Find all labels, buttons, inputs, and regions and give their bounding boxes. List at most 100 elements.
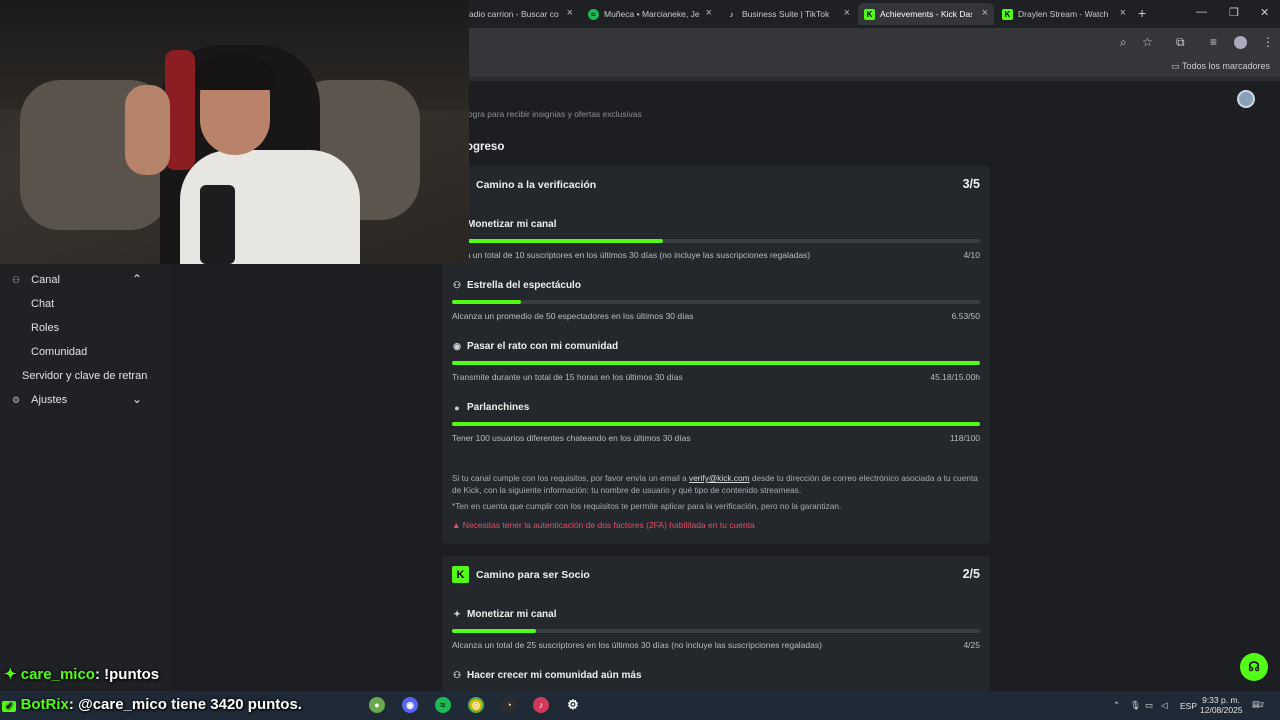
restore-icon[interactable]: ❐: [1229, 6, 1239, 19]
sidebar-item-ajustes[interactable]: ⚙ Ajustes: [12, 394, 67, 406]
clock[interactable]: 9:33 p. m. 12/08/2025: [1200, 695, 1243, 715]
progress-bar: [452, 629, 980, 633]
settings-icon[interactable]: ⚙: [565, 697, 581, 713]
verification-note: Si tu canal cumple con los requisitos, p…: [452, 473, 978, 495]
sidebar-item-roles[interactable]: Roles: [31, 322, 59, 334]
users-icon: ⚇: [452, 670, 462, 680]
close-icon[interactable]: ×: [706, 7, 712, 19]
chevron-up-icon[interactable]: ⌃: [132, 272, 142, 286]
webcam-overlay: [0, 0, 469, 264]
progress-bar: [452, 300, 980, 304]
bookmark-star-icon[interactable]: ☆: [1142, 35, 1153, 49]
sidebar-item-chat[interactable]: Chat: [31, 298, 54, 310]
progress-bar: [452, 422, 980, 426]
tab-spotify[interactable]: ≈ Muñeca • Marcianeke, Je ×: [582, 3, 718, 25]
close-window-icon[interactable]: ✕: [1260, 6, 1269, 19]
notification-icon[interactable]: ▤2: [1252, 699, 1264, 711]
section-title: ogreso: [466, 141, 505, 153]
kick-icon: K: [1002, 8, 1013, 20]
tab-draylen[interactable]: K Draylen Stream - Watch l ×: [996, 3, 1132, 25]
close-icon[interactable]: ×: [1120, 7, 1126, 19]
page-subtitle: logra para recibir insignias y ofertas e…: [466, 109, 642, 119]
headset-icon: ☊: [1248, 659, 1260, 674]
tab-search[interactable]: adio carrion - Buscar co ×: [463, 3, 579, 25]
microphone-icon[interactable]: 🎙: [1130, 700, 1141, 710]
close-icon[interactable]: ×: [982, 7, 988, 19]
minimize-icon[interactable]: —: [1196, 6, 1207, 18]
chevron-up-icon[interactable]: ⌃: [1113, 700, 1120, 710]
users-icon: ⚇: [12, 275, 21, 285]
sparkle-icon: ✦: [453, 609, 461, 619]
achievement-item: ◉ Pasar el rato con mi comunidad Transmit…: [452, 341, 980, 382]
verification-card: Camino a la verificación 3/5 ✦Monetizar …: [442, 166, 990, 544]
progress-fill: [452, 422, 980, 426]
broadcast-icon: ◉: [453, 341, 461, 351]
folder-icon: ▭: [1171, 61, 1182, 71]
progress-fill: [452, 300, 521, 304]
new-tab-icon[interactable]: +: [1138, 5, 1146, 21]
obs-icon[interactable]: ◔: [501, 697, 517, 713]
progress-fill: [452, 361, 980, 365]
bot-badge-icon: ✓: [2, 701, 17, 712]
card-count: 2/5: [962, 567, 980, 581]
partner-card: K Camino para ser Socio 2/5 ✦ Monetizar m…: [442, 556, 990, 696]
card-count: 3/5: [962, 177, 980, 191]
achievement-item: ⚇ Hacer crecer mi comunidad aún más: [452, 670, 642, 681]
webcam-hair: [195, 55, 275, 90]
chrome-icon[interactable]: ◎: [468, 697, 484, 713]
language-indicator[interactable]: ESP: [1180, 701, 1197, 711]
kick-icon: K: [864, 8, 875, 20]
tab-tiktok[interactable]: ♪ Business Suite | TikTok ×: [720, 3, 856, 25]
media-icon[interactable]: ≡: [1210, 35, 1217, 49]
stream-chat-overlay: ✦ care_mico: !puntos: [4, 666, 160, 683]
sidebar-item-canal[interactable]: ⚇ Canal: [12, 274, 60, 286]
gear-icon: ⚙: [12, 395, 21, 405]
warning-message: ▲ Necesitas tener la autenticación de do…: [452, 520, 755, 530]
warning-icon: ▲: [452, 520, 461, 530]
tab-label: adio carrion - Buscar co: [469, 9, 559, 19]
tab-label: Business Suite | TikTok: [742, 9, 830, 19]
kick-icon: K: [452, 566, 469, 583]
tab-label: Achievements - Kick Dash: [880, 9, 972, 19]
zoom-icon[interactable]: ⌕: [1120, 35, 1127, 50]
achievement-item: ✦ Monetizar mi canal Alcanza un total de …: [452, 609, 980, 650]
kick-icon: ✦: [4, 666, 17, 683]
tab-achievements[interactable]: K Achievements - Kick Dash ×: [858, 3, 994, 25]
progress-fill: [452, 239, 664, 243]
progress-fill: [452, 629, 537, 633]
progress-bar: [452, 361, 980, 365]
tiktok-icon[interactable]: ♪: [533, 697, 549, 713]
webcam-microphone: [200, 185, 235, 264]
card-title: Camino para ser Socio: [476, 569, 590, 581]
sidebar-item-servidor[interactable]: Servidor y clave de retrans: [22, 370, 148, 382]
achievement-item: ⚇ Estrella del espectáculo Alcanza un pro…: [452, 280, 980, 321]
verification-disclaimer: *Ten en cuenta que cumplir con los requi…: [452, 501, 842, 511]
discord-icon[interactable]: ◉: [402, 697, 418, 713]
profile-icon[interactable]: [1234, 36, 1247, 49]
network-icon[interactable]: ▭: [1145, 700, 1153, 710]
spotify-icon[interactable]: ≈: [435, 697, 451, 713]
users-icon: ⚇: [452, 280, 462, 290]
taskbar-app-icon[interactable]: ●: [369, 697, 385, 713]
sidebar-item-comunidad[interactable]: Comunidad: [31, 346, 87, 358]
tab-label: Draylen Stream - Watch l: [1018, 9, 1110, 19]
avatar[interactable]: [1237, 90, 1255, 108]
webcam-hand: [125, 85, 170, 175]
spotify-icon: ≈: [588, 8, 599, 20]
all-bookmarks-button[interactable]: ▭ Todos los marcadores: [1171, 61, 1270, 72]
support-button[interactable]: ☊: [1240, 653, 1268, 681]
chevron-down-icon[interactable]: ⌄: [132, 392, 142, 406]
close-icon[interactable]: ×: [567, 7, 573, 19]
chat-bubble-icon: ●: [454, 402, 460, 413]
menu-icon[interactable]: ⋮: [1262, 35, 1274, 49]
achievement-item: ● Parlanchines Tener 100 usuarios diferen…: [452, 402, 980, 443]
tiktok-icon: ♪: [729, 9, 734, 19]
card-title: Camino a la verificación: [476, 179, 597, 191]
email-link[interactable]: verify@kick.com: [689, 473, 750, 483]
bot-chat-overlay: ✓ BotRix: @care_mico tiene 3420 puntos.: [2, 696, 302, 713]
volume-icon[interactable]: ◁: [1161, 700, 1168, 710]
achievement-item: ✦Monetizar mi canal anza un total de 10 …: [452, 219, 980, 260]
progress-bar: [452, 239, 980, 243]
close-icon[interactable]: ×: [844, 7, 850, 19]
extensions-icon[interactable]: ⧉: [1176, 35, 1185, 50]
